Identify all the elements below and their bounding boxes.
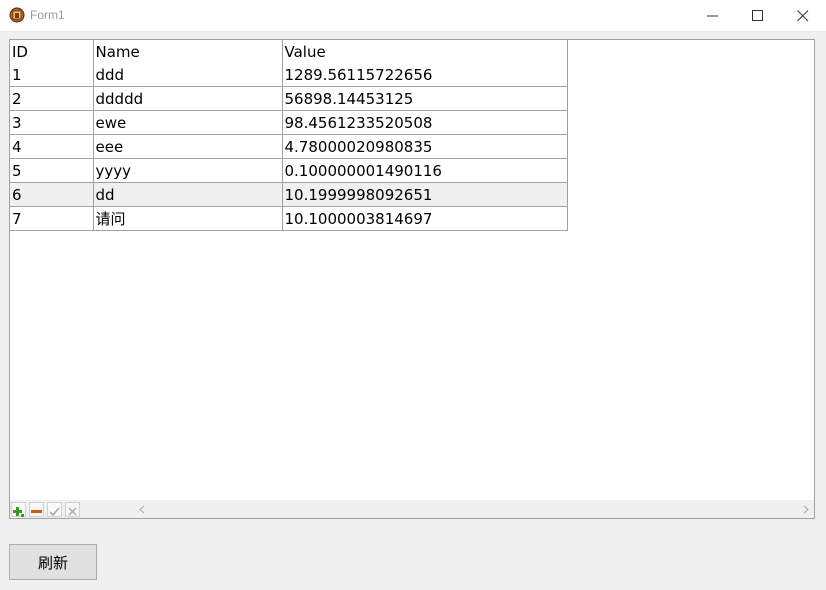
column-header-name[interactable]: Name <box>93 40 283 63</box>
cell-name[interactable]: yyyy <box>93 158 283 183</box>
cell-id[interactable]: 1 <box>10 63 94 87</box>
cell-name[interactable]: 请问 <box>93 206 283 231</box>
cell-name[interactable]: eee <box>93 134 283 159</box>
close-button[interactable] <box>780 0 826 31</box>
table-row[interactable]: 7 请问 10.1000003814697 <box>10 206 568 231</box>
minimize-icon <box>707 15 718 17</box>
cell-value[interactable]: 98.4561233520508 <box>282 110 568 135</box>
table-row-selected[interactable]: 6 dd 10.1999998092651 <box>10 182 568 207</box>
cell-value[interactable]: 10.1999998092651 <box>282 182 568 207</box>
cell-id[interactable]: 7 <box>10 206 94 231</box>
cell-value[interactable]: 4.78000020980835 <box>282 134 568 159</box>
cell-id[interactable]: 5 <box>10 158 94 183</box>
delphi-app-icon <box>9 7 25 23</box>
cell-value[interactable]: 0.100000001490116 <box>282 158 568 183</box>
cell-name[interactable]: ddd <box>93 63 283 87</box>
cell-name[interactable]: dd <box>93 182 283 207</box>
minimize-button[interactable] <box>690 0 736 31</box>
grid-table: ID Name Value 1 ddd 1289.56115722656 2 d… <box>10 40 568 231</box>
title-bar: Form1 <box>0 0 826 32</box>
cancel-icon <box>68 507 77 516</box>
delete-button[interactable] <box>29 502 44 517</box>
cell-id[interactable]: 6 <box>10 182 94 207</box>
cell-name[interactable]: ewe <box>93 110 283 135</box>
cell-value[interactable]: 10.1000003814697 <box>282 206 568 231</box>
cancel-button[interactable] <box>65 502 80 517</box>
table-row[interactable]: 4 eee 4.78000020980835 <box>10 134 568 159</box>
table-row[interactable]: 3 ewe 98.4561233520508 <box>10 110 568 135</box>
refresh-button[interactable]: 刷新 <box>9 544 97 580</box>
table-row[interactable]: 2 ddddd 56898.14453125 <box>10 86 568 111</box>
close-icon <box>797 10 809 22</box>
column-header-id[interactable]: ID <box>10 40 94 63</box>
post-icon <box>49 507 60 517</box>
scroll-right-icon[interactable] <box>802 505 810 514</box>
cell-value[interactable]: 1289.56115722656 <box>282 63 568 87</box>
insert-button[interactable] <box>11 502 26 517</box>
cell-id[interactable]: 4 <box>10 134 94 159</box>
insert-icon <box>13 507 24 517</box>
cell-name[interactable]: ddddd <box>93 86 283 111</box>
window-title: Form1 <box>30 8 65 22</box>
cell-id[interactable]: 2 <box>10 86 94 111</box>
delete-icon <box>31 510 42 513</box>
cell-value[interactable]: 56898.14453125 <box>282 86 568 111</box>
header-row: ID Name Value <box>10 40 568 63</box>
maximize-icon <box>752 10 763 21</box>
data-grid[interactable]: ID Name Value 1 ddd 1289.56115722656 2 d… <box>9 39 815 519</box>
table-row[interactable]: 1 ddd 1289.56115722656 <box>10 63 568 87</box>
table-row[interactable]: 5 yyyy 0.100000001490116 <box>10 158 568 183</box>
horizontal-scrollbar[interactable] <box>134 501 814 518</box>
column-header-value[interactable]: Value <box>282 40 568 63</box>
maximize-button[interactable] <box>735 0 781 31</box>
scroll-left-icon[interactable] <box>138 505 146 514</box>
cell-id[interactable]: 3 <box>10 110 94 135</box>
post-button[interactable] <box>47 502 62 517</box>
